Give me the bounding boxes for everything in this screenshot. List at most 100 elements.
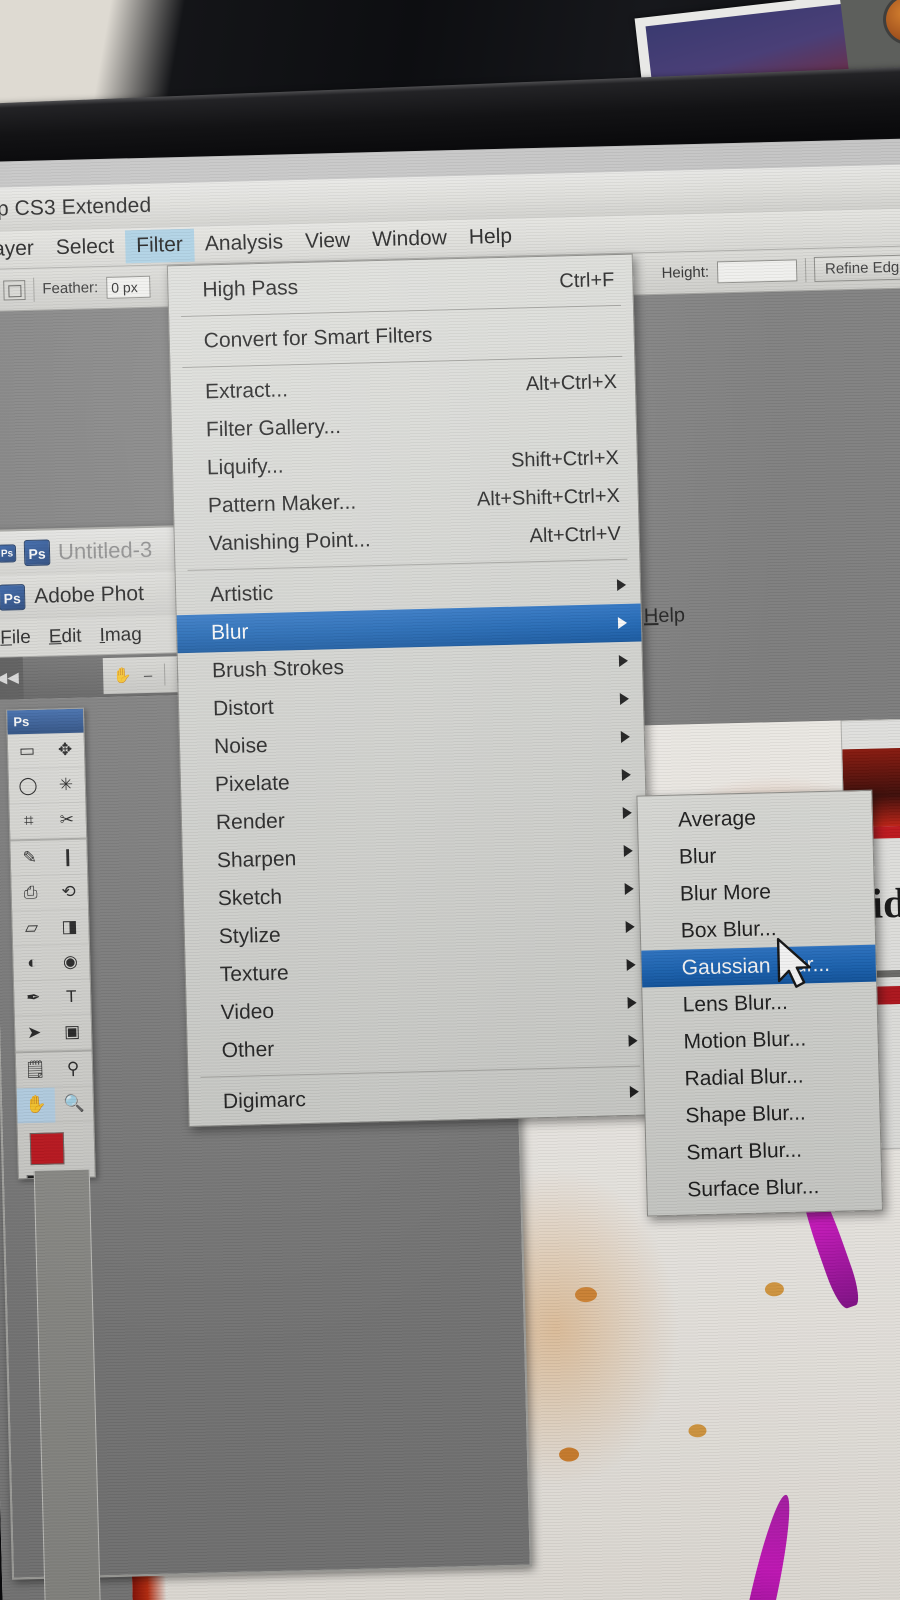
menubar-item-window[interactable]: Window — [361, 222, 459, 257]
menu-item-label: Render — [215, 809, 286, 835]
collapse-arrows-icon[interactable]: ◀◀ — [0, 657, 24, 700]
menu-item-label: High Pass — [202, 276, 299, 302]
screenshot-root: hop CS3 Extended Layer Select Filter Ana… — [0, 0, 900, 1600]
submenu-arrow-icon — [616, 578, 627, 592]
menu-item-label: Blur — [210, 620, 249, 645]
submenu-item-blur[interactable]: Blur — [639, 834, 874, 877]
submenu-arrow-icon — [626, 958, 636, 971]
nested-app-title: Adobe Phot — [33, 582, 145, 608]
submenu-arrow-icon — [622, 806, 632, 819]
menu-item-label: Sketch — [217, 885, 283, 911]
menu-item-high-pass[interactable]: High Pass Ctrl+F — [168, 261, 633, 311]
tools-palette[interactable]: Ps ▭ ✥ ◯ ✳ ⌗ ✂ ✎ ❙ ⎙ ⟲ ▱ ◨ ◐ ◉ ✒ T ➤ ▣ 🗒… — [6, 707, 96, 1180]
nested-menu-edit[interactable]: Edit — [49, 625, 82, 648]
ps-logo-icon-2: Ps — [0, 584, 26, 611]
menu-item-shortcut: Alt+Shift+Ctrl+X — [476, 484, 621, 511]
app-title: hop CS3 Extended — [0, 193, 152, 222]
menu-item-label: Other — [221, 1037, 275, 1063]
menubar-item-layer[interactable]: Layer — [0, 232, 45, 267]
foreground-color-swatch[interactable] — [29, 1132, 65, 1166]
menu-item-label: Video — [220, 999, 275, 1025]
wall-plaque-disc — [880, 0, 900, 49]
gradient-tool-icon[interactable]: ◨ — [50, 909, 89, 946]
menu-item-label: Pattern Maker... — [207, 490, 357, 518]
artwork-speck — [688, 1424, 707, 1438]
nested-doc-title: Untitled-3 — [57, 536, 153, 565]
healing-brush-tool-icon[interactable]: ✎ — [10, 840, 50, 877]
options-divider-2 — [804, 257, 807, 282]
hand-tool-icon[interactable]: ✋ — [113, 666, 132, 684]
submenu-arrow-icon — [617, 616, 628, 630]
submenu-arrow-icon — [620, 730, 631, 744]
dodge-tool-icon[interactable]: ◉ — [51, 944, 90, 981]
nested-menu-help[interactable]: Help — [644, 604, 686, 628]
slice-tool-icon[interactable]: ✂ — [47, 802, 87, 839]
menu-item-label: Liquify... — [206, 454, 284, 480]
menubar-item-view[interactable]: View — [294, 224, 362, 259]
selection-intersect-icon[interactable] — [3, 279, 26, 300]
move-tool-icon[interactable]: ✥ — [45, 732, 85, 769]
refine-edge-button[interactable]: Refine Edge... — [813, 254, 900, 282]
menu-item-label: Extract... — [204, 378, 289, 404]
shape-tool-icon[interactable]: ▣ — [52, 1014, 92, 1051]
menubar-item-filter[interactable]: Filter — [124, 228, 195, 264]
feather-input[interactable]: 0 px — [105, 275, 151, 299]
zoom-tool-icon[interactable]: 🔍 — [54, 1086, 94, 1123]
height-input[interactable] — [716, 258, 798, 283]
menu-item-label: Convert for Smart Filters — [203, 323, 433, 353]
menu-item-label: Brush Strokes — [211, 656, 345, 683]
submenu-item-smart-blur[interactable]: Smart Blur... — [646, 1130, 881, 1173]
monitor-screen: hop CS3 Extended Layer Select Filter Ana… — [0, 137, 900, 1600]
menu-item-label: Digimarc — [222, 1088, 307, 1114]
brush-tool-icon[interactable]: ❙ — [48, 839, 88, 876]
notes-tool-icon[interactable]: 🗒 — [15, 1052, 55, 1089]
artwork-speck — [764, 1282, 785, 1297]
menu-item-label: Sharpen — [216, 847, 297, 873]
path-selection-tool-icon[interactable]: ➤ — [14, 1015, 54, 1052]
submenu-arrow-icon — [628, 1034, 638, 1047]
hand-tool-icon-palette[interactable]: ✋ — [16, 1087, 56, 1124]
artwork-feather-bottom — [732, 1492, 799, 1600]
eyedropper-tool-icon[interactable]: ⚲ — [53, 1051, 93, 1088]
marquee-tool-icon[interactable]: ▭ — [7, 733, 47, 770]
menubar-item-analysis[interactable]: Analysis — [193, 226, 294, 262]
nested-menu-image[interactable]: Imag — [99, 624, 142, 647]
menu-item-label: Distort — [212, 695, 275, 721]
submenu-arrow-icon — [624, 882, 634, 895]
tools-grid: ▭ ✥ ◯ ✳ ⌗ ✂ ✎ ❙ ⎙ ⟲ ▱ ◨ ◐ ◉ ✒ T ➤ ▣ 🗒 ⚲ … — [7, 732, 94, 1124]
type-tool-icon[interactable]: T — [51, 979, 91, 1016]
menu-item-convert-for-smart-filters[interactable]: Convert for Smart Filters — [169, 312, 634, 362]
menu-item-digimarc[interactable]: Digimarc — [189, 1072, 654, 1122]
submenu-item-average[interactable]: Average — [638, 797, 873, 840]
lasso-tool-icon[interactable]: ◯ — [8, 768, 48, 805]
eraser-tool-icon[interactable]: ▱ — [12, 910, 52, 947]
magic-wand-tool-icon[interactable]: ✳ — [46, 767, 86, 804]
submenu-item-blur-more[interactable]: Blur More — [639, 871, 874, 914]
menu-item-shortcut: Alt+Ctrl+X — [525, 370, 618, 395]
submenu-arrow-icon — [623, 844, 633, 857]
pen-tool-icon[interactable]: ✒ — [13, 980, 53, 1017]
submenu-arrow-icon — [618, 654, 629, 668]
blur-submenu[interactable]: Average Blur Blur More Box Blur... Gauss… — [636, 789, 883, 1217]
menubar-item-help[interactable]: Help — [457, 220, 523, 255]
clone-stamp-tool-icon[interactable]: ⎙ — [11, 875, 51, 912]
submenu-item-shape-blur[interactable]: Shape Blur... — [645, 1093, 880, 1136]
nested-menu-file[interactable]: File — [0, 626, 31, 649]
menu-item-label: Texture — [219, 961, 289, 987]
submenu-item-box-blur[interactable]: Box Blur... — [640, 908, 875, 951]
submenu-arrow-icon — [625, 920, 635, 933]
menubar-item-select[interactable]: Select — [44, 230, 125, 265]
crop-tool-icon[interactable]: ⌗ — [9, 803, 49, 840]
history-brush-tool-icon[interactable]: ⟲ — [49, 874, 89, 911]
menu-item-label: Artistic — [209, 581, 274, 607]
artwork-speck — [574, 1286, 598, 1303]
dropdown-dash: – — [143, 666, 153, 684]
submenu-item-motion-blur[interactable]: Motion Blur... — [643, 1019, 878, 1062]
submenu-item-radial-blur[interactable]: Radial Blur... — [644, 1056, 879, 1099]
blur-tool-icon[interactable]: ◐ — [13, 945, 52, 982]
submenu-item-gaussian-blur[interactable]: Gaussian Blur... — [641, 944, 877, 988]
menu-item-label: Pixelate — [214, 771, 290, 797]
submenu-item-surface-blur[interactable]: Surface Blur... — [647, 1167, 882, 1210]
submenu-item-lens-blur[interactable]: Lens Blur... — [642, 982, 877, 1025]
filter-dropdown-menu[interactable]: High Pass Ctrl+F Convert for Smart Filte… — [166, 253, 655, 1128]
